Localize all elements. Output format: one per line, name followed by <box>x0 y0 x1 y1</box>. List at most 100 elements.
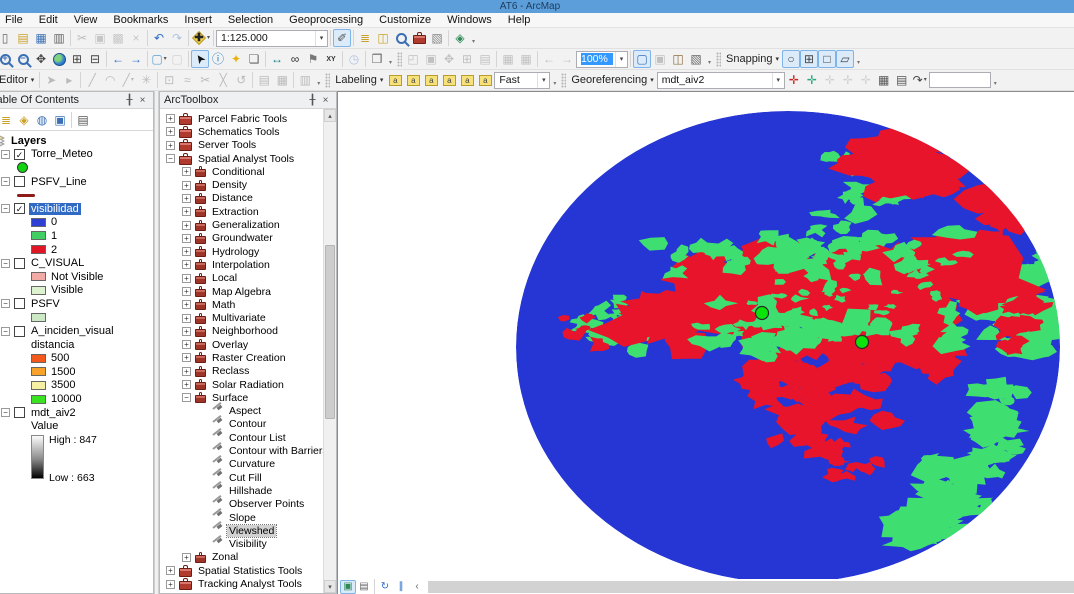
page-prev-icon[interactable]: ← <box>540 50 558 68</box>
combo-box[interactable]: 100%▾ <box>576 51 628 68</box>
select-link-icon[interactable]: ✛ <box>821 71 839 89</box>
toolbox-item-label[interactable]: Viewshed <box>227 525 276 537</box>
toolbox-item-label[interactable]: Distance <box>210 192 255 204</box>
expand-icon[interactable]: + <box>182 553 191 562</box>
time-slider-icon[interactable]: ◷ <box>345 50 363 68</box>
html-popup-icon[interactable]: ❏ <box>245 50 263 68</box>
toolbar-overflow-icon[interactable]: ▾ <box>314 71 323 89</box>
pan-icon[interactable]: ✥ <box>32 50 50 68</box>
toolbox-item-label[interactable]: Neighborhood <box>210 325 280 337</box>
menu-item-geoprocessing[interactable]: Geoprocessing <box>281 13 371 28</box>
toolbar-grip[interactable] <box>325 73 330 88</box>
toolbar-overflow-icon[interactable]: ▾ <box>550 71 559 89</box>
edge-snapping-icon[interactable]: ▱ <box>836 50 854 68</box>
expand-icon[interactable]: + <box>182 194 191 203</box>
menu-item-edit[interactable]: Edit <box>31 13 66 28</box>
menu-item-windows[interactable]: Windows <box>439 13 500 28</box>
python-window-icon[interactable]: ▧ <box>428 29 446 47</box>
labeling-menu-button[interactable]: Labeling▾ <box>332 74 386 86</box>
expand-icon[interactable]: + <box>166 127 175 136</box>
layer-label[interactable]: mdt_aiv2 <box>29 407 78 419</box>
pause-labeling-icon[interactable]: a <box>458 71 476 89</box>
toolbox-item-label[interactable]: Map Algebra <box>210 286 273 298</box>
close-icon[interactable]: × <box>136 94 149 107</box>
editor-menu-button[interactable]: Editor▾ <box>0 74 37 86</box>
fixed-zoom-in-icon[interactable]: ⊞ <box>68 50 86 68</box>
hyperlink-icon[interactable]: ✦ <box>227 50 245 68</box>
cut-icon[interactable]: ✂ <box>73 29 91 47</box>
toolbox-item-label[interactable]: Tracking Analyst Tools <box>196 578 304 590</box>
catalog-window-icon[interactable]: ◫ <box>374 29 392 47</box>
edit-sketch-toggle-icon[interactable]: ✐ <box>333 29 351 47</box>
pin-icon[interactable]: ╂ <box>306 94 319 107</box>
full-extent-icon[interactable] <box>50 50 68 68</box>
toolbar-grip[interactable] <box>561 73 566 88</box>
expand-icon[interactable]: + <box>182 247 191 256</box>
toolbox-item-label[interactable]: Contour List <box>227 432 288 444</box>
toolbox-item-label[interactable]: Spatial Statistics Tools <box>196 565 304 577</box>
delete-icon[interactable]: × <box>127 29 145 47</box>
layer-label[interactable]: PSFV_Line <box>29 176 89 188</box>
layer-label[interactable]: visibilidad <box>29 203 81 215</box>
zoom-in-icon[interactable]: + <box>0 50 14 68</box>
view-link-table-icon[interactable]: ▦ <box>875 71 893 89</box>
expand-icon[interactable]: + <box>182 167 191 176</box>
scroll-down-icon[interactable]: ▾ <box>324 580 336 593</box>
page-next-icon[interactable]: → <box>558 50 576 68</box>
expand-icon[interactable]: + <box>182 340 191 349</box>
collapse-icon[interactable]: − <box>1 299 10 308</box>
expand-icon[interactable]: + <box>182 207 191 216</box>
zoom-out-icon[interactable]: − <box>14 50 32 68</box>
layer-checkbox[interactable]: ✓ <box>14 149 25 160</box>
combo-box[interactable]: 1:125.000▾ <box>216 30 328 47</box>
close-icon[interactable]: × <box>319 94 332 107</box>
collapse-icon[interactable]: − <box>1 408 10 417</box>
label-manager-icon[interactable]: a <box>386 71 404 89</box>
expand-icon[interactable]: + <box>166 566 175 575</box>
toolbar-overflow-icon[interactable]: ▾ <box>469 29 478 47</box>
scroll-left-icon[interactable]: ‹ <box>409 580 425 594</box>
reshape-feature-icon[interactable]: ≈ <box>178 71 196 89</box>
data-view-icon[interactable]: ▣ <box>340 580 356 594</box>
pin-icon[interactable]: ╂ <box>123 94 136 107</box>
toolbox-item-label[interactable]: Contour with Barriers <box>227 445 330 457</box>
toolbar-overflow-icon[interactable]: ▾ <box>991 71 1000 89</box>
menu-item-bookmarks[interactable]: Bookmarks <box>105 13 176 28</box>
select-features-icon[interactable]: ▢▾ <box>150 50 168 68</box>
georeferencing-menu-button[interactable]: Georeferencing▾ <box>568 74 656 86</box>
layer-checkbox[interactable] <box>14 298 25 309</box>
menu-item-file[interactable]: File <box>0 13 31 28</box>
rotate-georef-icon[interactable]: ↷▾ <box>911 71 929 89</box>
list-by-visibility-icon[interactable]: ◍ <box>33 111 51 129</box>
toolbox-item-label[interactable]: Parcel Fabric Tools <box>196 113 289 125</box>
toolbox-item-label[interactable]: Zonal <box>210 551 240 563</box>
fixed-page-zoom-icon[interactable]: ⊞ <box>458 50 476 68</box>
toolbar-overflow-icon[interactable]: ▾ <box>705 50 714 68</box>
toolbar-overflow-icon[interactable]: ▾ <box>854 50 863 68</box>
expand-icon[interactable]: + <box>182 314 191 323</box>
collapse-icon[interactable]: − <box>1 150 10 159</box>
zoom-whole-page-icon[interactable]: ◰ <box>404 50 422 68</box>
rotation-input[interactable] <box>929 72 991 88</box>
toggle-draft-mode-icon[interactable]: ▢ <box>633 50 651 68</box>
scroll-up-icon[interactable]: ▴ <box>324 109 336 122</box>
collapse-icon[interactable]: − <box>166 154 175 163</box>
toolbox-item-label[interactable]: Slope <box>227 512 258 524</box>
modelbuilder-icon[interactable]: ◈ <box>451 29 469 47</box>
toolbox-item-label[interactable]: Curvature <box>227 458 277 470</box>
sketch-properties-icon[interactable]: ▦ <box>273 71 291 89</box>
expand-icon[interactable]: + <box>182 287 191 296</box>
menu-item-view[interactable]: View <box>66 13 106 28</box>
collapse-icon[interactable]: − <box>1 177 10 186</box>
toolbox-item-label[interactable]: Surface <box>210 392 250 404</box>
straight-segment-icon[interactable]: ╱ <box>83 71 101 89</box>
menu-item-insert[interactable]: Insert <box>176 13 220 28</box>
collapse-icon[interactable]: − <box>1 204 10 213</box>
map-canvas[interactable] <box>338 92 1074 579</box>
expand-icon[interactable]: + <box>182 221 191 230</box>
auto-registration-icon[interactable]: ✛ <box>803 71 821 89</box>
viewer-window-icon[interactable]: ❒ <box>368 50 386 68</box>
toolbox-item-label[interactable]: Server Tools <box>196 139 258 151</box>
toolbox-item-label[interactable]: Reclass <box>210 365 251 377</box>
combo-box[interactable]: Fast▾ <box>494 72 550 89</box>
